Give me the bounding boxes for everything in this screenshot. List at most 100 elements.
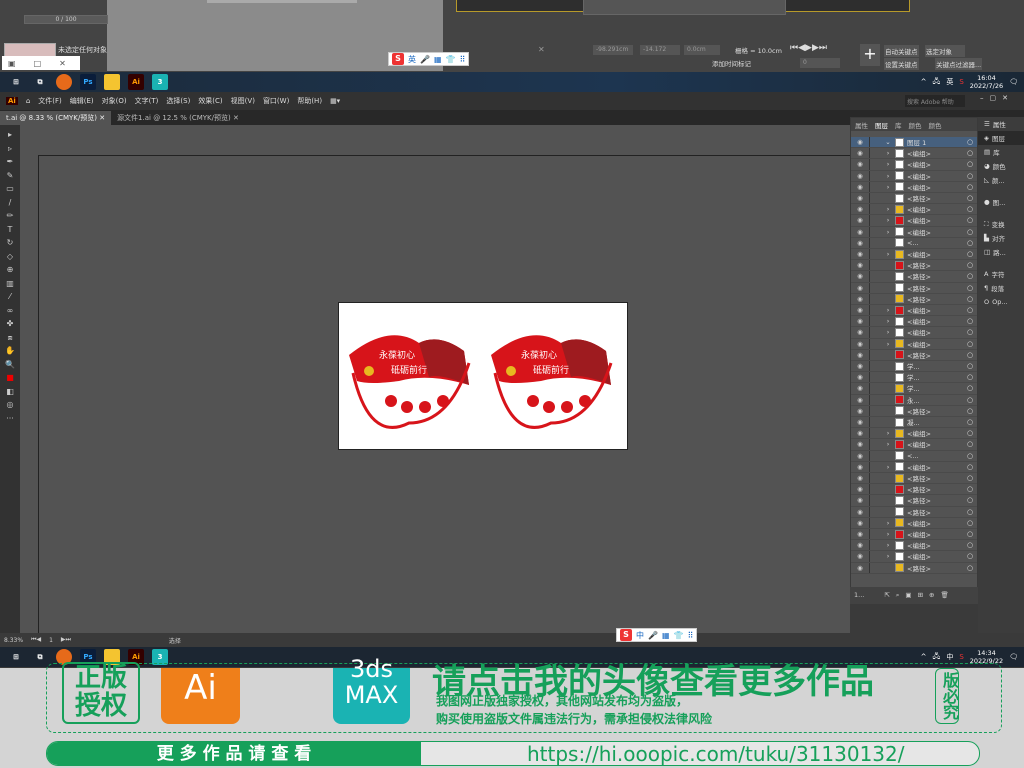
eye-icon[interactable]: ◉ [851,463,869,471]
home-icon[interactable]: ⌂ [26,97,30,105]
eye-icon[interactable]: ◉ [851,485,869,493]
frame-field[interactable]: 0 [800,58,840,68]
layer-row[interactable]: ◉ <路径> ○ [851,282,977,294]
skin-icon[interactable]: 👕 [446,55,456,64]
restore-icon[interactable]: ▣ [8,59,16,68]
eye-icon[interactable]: ◉ [851,183,869,191]
layer-name[interactable]: <编组> [907,439,963,449]
target-icon[interactable]: ○ [963,138,977,146]
lock-toggle[interactable] [869,439,881,450]
lock-toggle[interactable] [869,327,881,338]
target-icon[interactable]: ○ [963,474,977,482]
layer-row[interactable]: ◉ › <编组> ○ [851,327,977,339]
promo-url[interactable]: https://hi.ooopic.com/tuku/31130132/ [527,742,904,765]
eye-icon[interactable]: ◉ [851,429,869,437]
dock-item[interactable]: ☰ 属性 [978,117,1024,131]
menu-edit[interactable]: 编辑(E) [70,96,94,106]
layer-row[interactable]: ◉ › <编组> ○ [851,428,977,440]
lock-toggle[interactable] [869,159,881,170]
target-icon[interactable]: ○ [963,328,977,336]
help-search-input[interactable]: 搜索 Adobe 帮助 [905,95,965,107]
layer-row[interactable]: ◉ › <编组> ○ [851,249,977,261]
layer-name[interactable]: <路径> [907,473,963,483]
dock-item[interactable]: O Op... [978,295,1024,309]
add-time-tag[interactable]: 添加时间标记 [712,58,751,68]
eye-icon[interactable]: ◉ [851,216,869,224]
lock-toggle[interactable] [869,417,881,428]
layer-row[interactable]: ◉ › <编组> ○ [851,461,977,473]
layer-name[interactable]: <编组> [907,171,963,181]
target-icon[interactable]: ○ [963,519,977,527]
eye-icon[interactable]: ◉ [851,530,869,538]
menu-window[interactable]: 窗口(W) [263,96,289,106]
pen-icon[interactable]: ✒ [7,156,14,169]
chevron-right-icon[interactable]: › [881,205,895,213]
eye-icon[interactable]: ◉ [851,317,869,325]
ime-indicator[interactable]: 英 [946,77,953,87]
eye-icon[interactable]: ◉ [851,250,869,258]
layer-row[interactable]: ◉ <路径> ○ [851,484,977,496]
menu-file[interactable]: 文件(F) [38,96,62,106]
chevron-right-icon[interactable]: › [881,317,895,325]
eye-icon[interactable]: ◉ [851,138,869,146]
time-slider[interactable]: 0 / 100 [24,15,108,24]
tab-color-2[interactable]: 颜色 [929,120,942,130]
dock-item[interactable]: ¶ 段落 [978,281,1024,295]
mic-icon[interactable]: 🎤 [420,55,430,64]
chevron-up-icon[interactable]: ^ [921,653,927,661]
layer-row[interactable]: ◉ <路径> ○ [851,193,977,205]
close-icon[interactable]: ✕ [59,59,66,68]
target-icon[interactable]: ○ [963,508,977,516]
network-icon[interactable]: 🖧 [933,77,941,88]
layer-name[interactable]: <路径> [907,260,963,270]
menu-effect[interactable]: 效果(C) [198,96,222,106]
sogou-tray-icon[interactable]: S [959,78,963,86]
ime-toolbar-top[interactable]: S 英 🎤 ▦ 👕 ⠿ [388,52,470,66]
layer-name[interactable]: <编组> [907,462,963,472]
dock-item[interactable]: ● 图... [978,195,1024,209]
target-icon[interactable]: ○ [963,149,977,157]
lock-toggle[interactable] [869,517,881,528]
windows-start-icon[interactable]: ⊞ [8,649,24,665]
lock-toggle[interactable] [869,237,881,248]
eye-icon[interactable]: ◉ [851,160,869,168]
draw-mode-icon[interactable]: ◎ [7,399,14,412]
key-filters-button[interactable]: 关键点过滤器... [935,58,983,70]
layer-row[interactable]: ◉ › <编组> ○ [851,148,977,160]
eye-icon[interactable]: ◉ [851,272,869,280]
target-icon[interactable]: ○ [963,172,977,180]
type-icon[interactable]: T [8,224,13,237]
pencil-icon[interactable]: ✏ [7,210,14,223]
lock-toggle[interactable] [869,461,881,472]
hand-icon[interactable]: ✋ [5,345,15,358]
menu-help[interactable]: 帮助(H) [297,96,322,106]
layer-name[interactable]: 图层 1 [907,137,963,147]
eye-icon[interactable]: ◉ [851,519,869,527]
eye-icon[interactable]: ◉ [851,384,869,392]
curvature-icon[interactable]: ✎ [7,170,14,183]
zoom-icon[interactable]: 🔍 [5,359,15,372]
layer-name[interactable]: 学... [907,372,963,382]
layer-name[interactable]: <编组> [907,339,963,349]
layer-name[interactable]: <编组> [907,316,963,326]
chevron-right-icon[interactable]: › [881,519,895,527]
layer-name[interactable]: <编组> [907,227,963,237]
artboard[interactable]: 永葆初心 砥砺前行 永葆初心 砥砺前行 [338,302,628,450]
target-icon[interactable]: ○ [963,284,977,292]
eye-icon[interactable]: ◉ [851,452,869,460]
eye-icon[interactable]: ◉ [851,261,869,269]
eye-icon[interactable]: ◉ [851,418,869,426]
dock-item[interactable]: ◫ 路... [978,245,1024,259]
lock-toggle[interactable] [869,148,881,159]
layer-name[interactable]: <编组> [907,540,963,550]
layer-row[interactable]: ◉ › <编组> ○ [851,226,977,238]
chevron-right-icon[interactable]: › [881,541,895,549]
target-icon[interactable]: ○ [963,160,977,168]
target-icon[interactable]: ○ [963,552,977,560]
target-icon[interactable]: ○ [963,261,977,269]
layer-row[interactable]: ◉ 学... ○ [851,372,977,384]
notification-icon[interactable]: 🗨 [1009,78,1018,86]
layer-row[interactable]: ◉ <路径> ○ [851,405,977,417]
chevron-right-icon[interactable]: › [881,463,895,471]
y-field[interactable]: -14.172 [640,45,680,55]
